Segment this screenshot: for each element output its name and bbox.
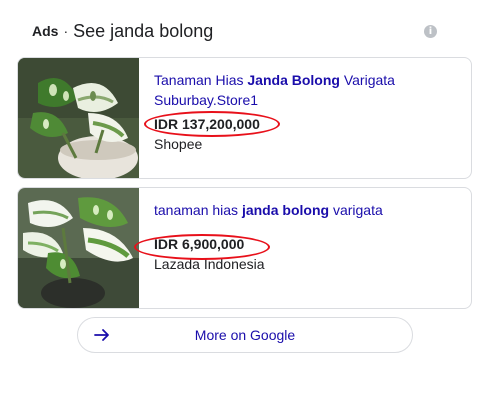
product-info: tanaman hias janda bolong varigata IDR 6… [154, 200, 461, 274]
ads-label: Ads [32, 23, 59, 39]
price-wrap: IDR 137,200,000 [154, 114, 260, 134]
ads-header: Ads · See janda bolong [32, 20, 213, 42]
product-price: IDR 137,200,000 [154, 116, 260, 132]
title-bold-text: janda bolong [241, 202, 330, 218]
product-price: IDR 6,900,000 [154, 236, 245, 252]
product-info: Tanaman Hias Janda Bolong Varigata Subur… [154, 70, 461, 154]
more-on-google-button[interactable]: More on Google [77, 317, 413, 353]
merchant-name: Shopee [154, 136, 203, 152]
product-image[interactable] [18, 58, 139, 178]
title-text: tanaman hias [154, 202, 242, 218]
title-text: Tanaman Hias [154, 72, 248, 88]
arrow-right-icon [94, 329, 109, 341]
price-wrap: IDR 6,900,000 [154, 234, 244, 254]
separator-dot: · [63, 23, 69, 39]
section-title: See janda bolong [73, 20, 214, 41]
title-bold-text: Janda Bolong [247, 72, 340, 88]
info-icon[interactable]: i [424, 25, 437, 38]
product-title-link[interactable]: Tanaman Hias Janda Bolong Varigata Subur… [154, 70, 461, 110]
product-card[interactable]: Tanaman Hias Janda Bolong Varigata Subur… [17, 57, 472, 179]
product-title-link[interactable]: tanaman hias janda bolong varigata [154, 200, 461, 220]
product-image[interactable] [18, 188, 139, 308]
product-card[interactable]: tanaman hias janda bolong varigata IDR 6… [17, 187, 472, 309]
merchant-name: Lazada Indonesia [154, 256, 265, 272]
title-text: varigata [329, 202, 383, 218]
more-on-google-label: More on Google [194, 327, 296, 343]
